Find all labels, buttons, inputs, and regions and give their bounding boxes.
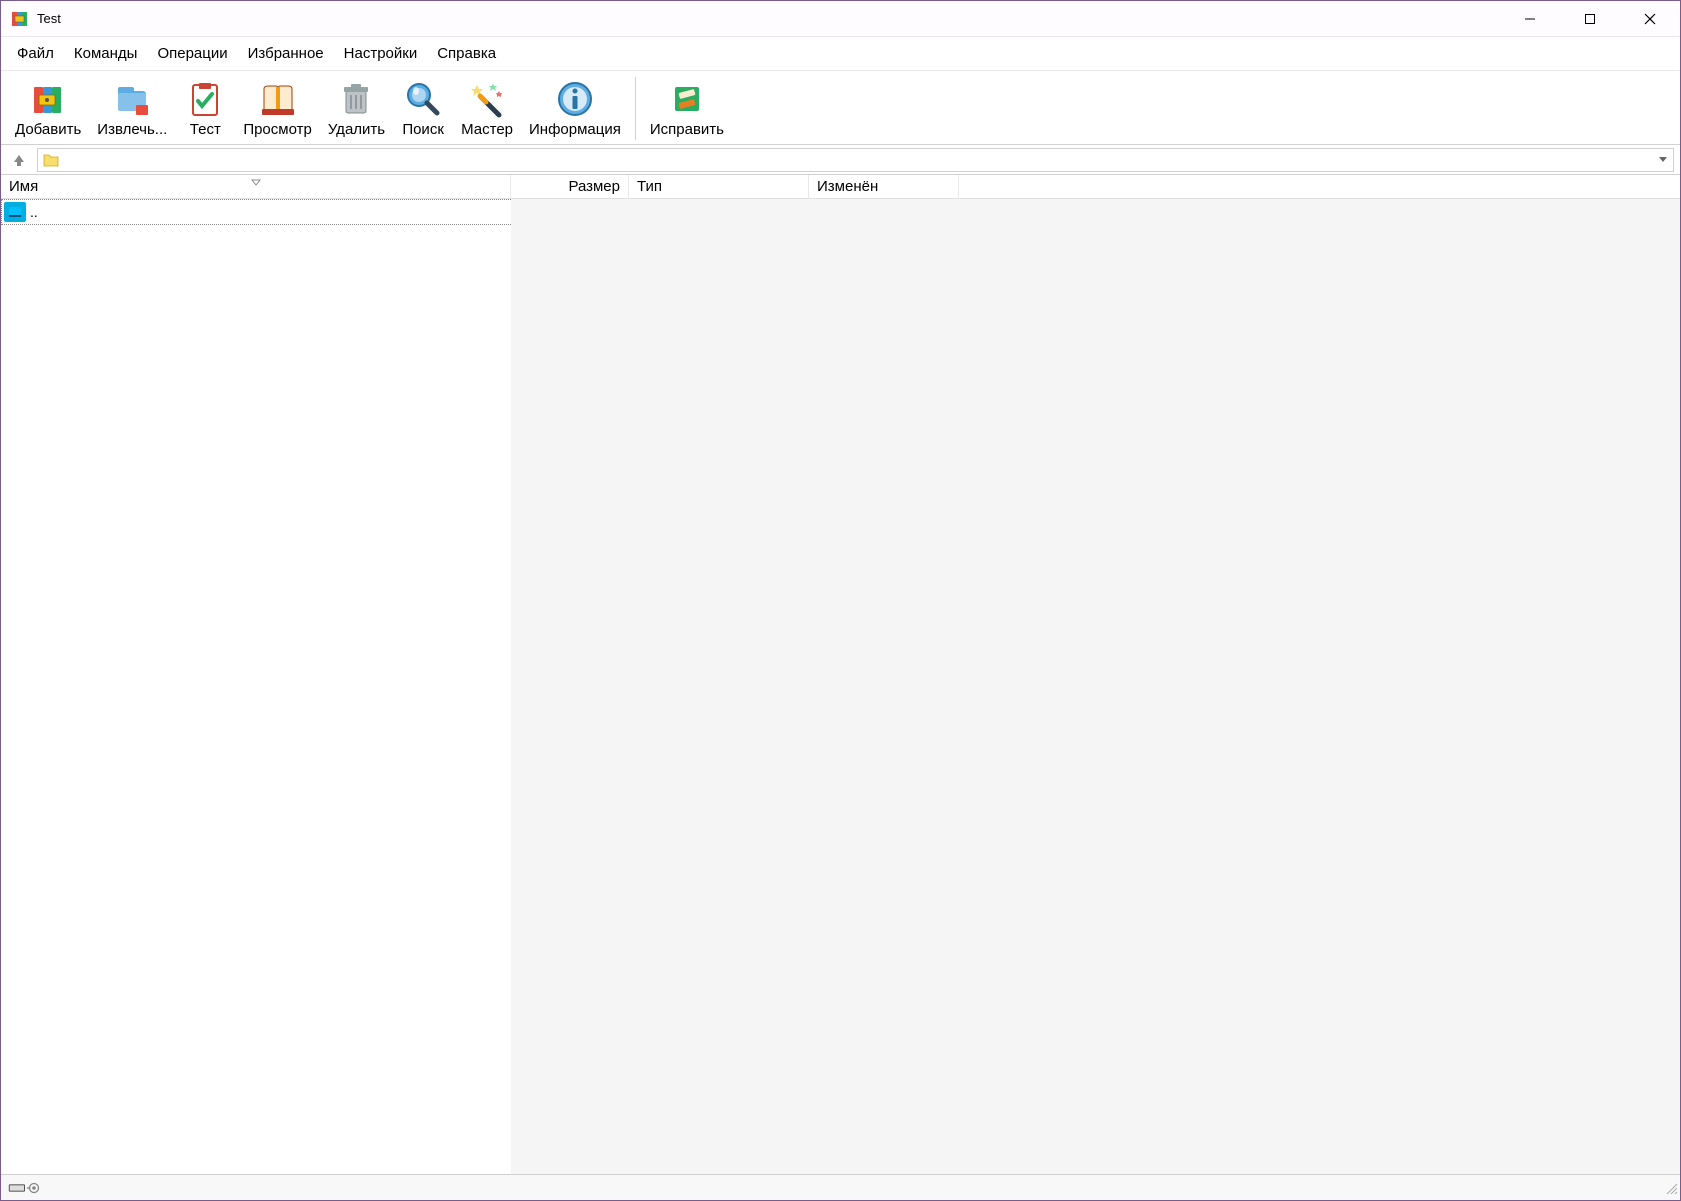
- menubar: Файл Команды Операции Избранное Настройк…: [1, 37, 1680, 71]
- table-row[interactable]: .. Папка с файлами: [1, 199, 511, 225]
- menu-help[interactable]: Справка: [427, 41, 506, 66]
- col-modified-label: Изменён: [817, 178, 878, 195]
- col-name-label: Имя: [9, 178, 38, 195]
- statusbar: [1, 1174, 1680, 1200]
- search-button[interactable]: Поиск: [393, 77, 453, 140]
- path-input-box[interactable]: [37, 148, 1674, 172]
- test-button[interactable]: Тест: [175, 77, 235, 140]
- search-icon: [403, 79, 443, 119]
- drive-status-icon[interactable]: [7, 1179, 43, 1197]
- folder-icon: [42, 151, 60, 169]
- toolbar: Добавить Извлечь...: [1, 71, 1680, 145]
- sort-indicator-icon: [250, 173, 262, 190]
- menu-settings[interactable]: Настройки: [334, 41, 428, 66]
- tool-group-main: Добавить Извлечь...: [7, 77, 636, 140]
- maximize-button[interactable]: [1560, 1, 1620, 37]
- col-size-label: Размер: [568, 178, 620, 195]
- info-button[interactable]: Информация: [521, 77, 629, 140]
- up-button[interactable]: [7, 148, 31, 172]
- menu-file[interactable]: Файл: [7, 41, 64, 66]
- repair-icon: [667, 79, 707, 119]
- view-button[interactable]: Просмотр: [235, 77, 320, 140]
- extract-button[interactable]: Извлечь...: [89, 77, 175, 140]
- delete-icon: [336, 79, 376, 119]
- test-label: Тест: [190, 121, 221, 138]
- info-icon: [555, 79, 595, 119]
- minimize-button[interactable]: [1500, 1, 1560, 37]
- content-area: .. Папка с файлами: [1, 199, 1680, 1174]
- add-button[interactable]: Добавить: [7, 77, 89, 140]
- app-icon: [11, 10, 29, 28]
- col-type[interactable]: Тип: [629, 175, 809, 198]
- app-window: Test Файл Команды Операции Избранное Нас…: [0, 0, 1681, 1201]
- file-list[interactable]: .. Папка с файлами: [1, 199, 511, 1174]
- wizard-icon: [467, 79, 507, 119]
- search-label: Поиск: [402, 121, 444, 138]
- close-button[interactable]: [1620, 1, 1680, 37]
- repair-label: Исправить: [650, 121, 724, 138]
- delete-label: Удалить: [328, 121, 385, 138]
- col-type-label: Тип: [637, 178, 662, 195]
- drive-icon: [4, 202, 26, 222]
- menu-commands[interactable]: Команды: [64, 41, 148, 66]
- pathbar: [1, 145, 1680, 175]
- add-label: Добавить: [15, 121, 81, 138]
- col-modified[interactable]: Изменён: [809, 175, 959, 198]
- view-label: Просмотр: [243, 121, 312, 138]
- menu-operations[interactable]: Операции: [147, 41, 237, 66]
- row-name: ..: [28, 204, 510, 220]
- delete-button[interactable]: Удалить: [320, 77, 393, 140]
- info-label: Информация: [529, 121, 621, 138]
- test-icon: [185, 79, 225, 119]
- menu-favorites[interactable]: Избранное: [238, 41, 334, 66]
- path-dropdown-icon[interactable]: [1657, 152, 1669, 168]
- view-icon: [258, 79, 298, 119]
- resize-grip[interactable]: [1664, 1181, 1678, 1198]
- wizard-label: Мастер: [461, 121, 513, 138]
- col-name[interactable]: Имя: [1, 175, 511, 198]
- file-list-empty-right: [511, 199, 1680, 1174]
- window-title: Test: [37, 11, 1500, 26]
- column-headers: Имя Размер Тип Изменён: [1, 175, 1680, 199]
- extract-icon: [112, 79, 152, 119]
- titlebar: Test: [1, 1, 1680, 37]
- add-icon: [28, 79, 68, 119]
- col-size[interactable]: Размер: [511, 175, 629, 198]
- wizard-button[interactable]: Мастер: [453, 77, 521, 140]
- extract-label: Извлечь...: [97, 121, 167, 138]
- repair-button[interactable]: Исправить: [642, 77, 732, 140]
